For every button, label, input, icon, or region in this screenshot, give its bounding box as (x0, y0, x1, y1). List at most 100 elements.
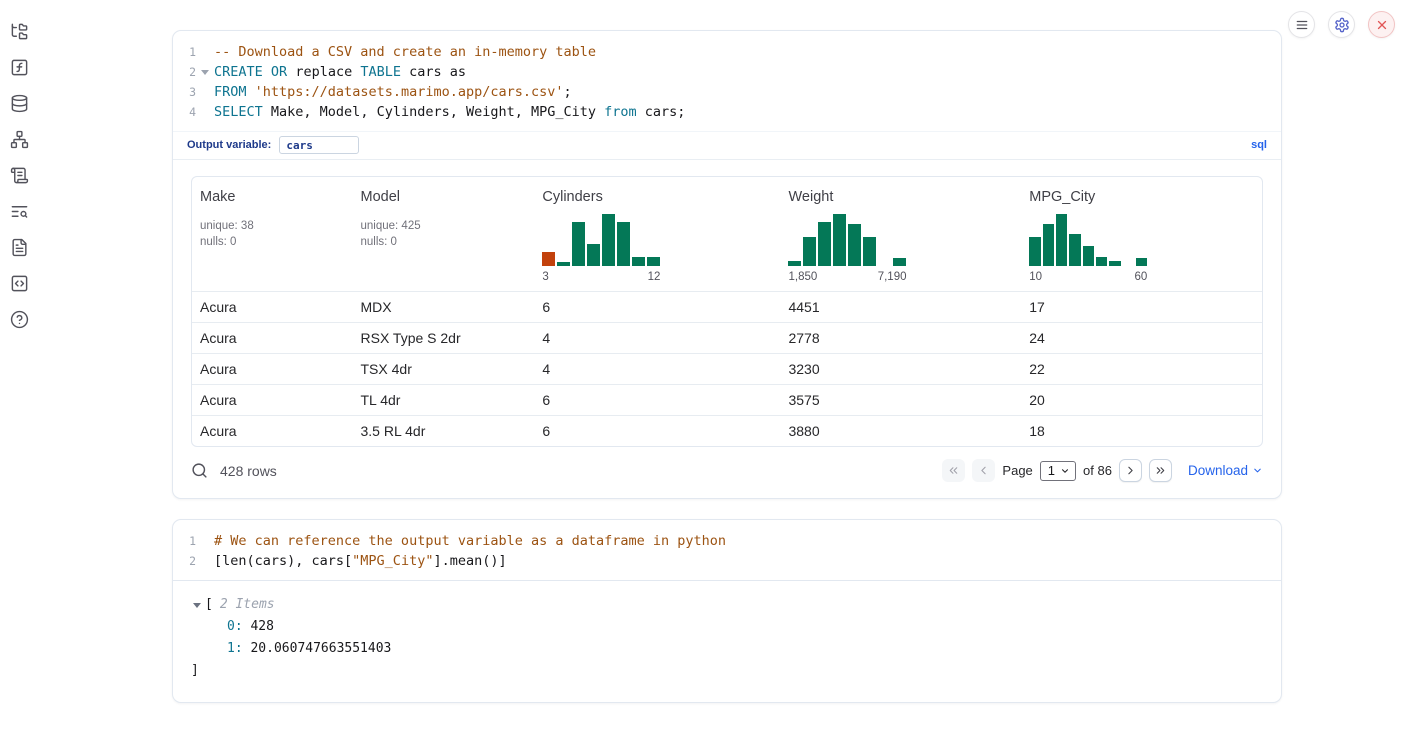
sidebar-item-dependencies[interactable] (10, 130, 29, 149)
tree-items-count: 2 Items (220, 594, 275, 616)
code-line: 4SELECT Make, Model, Cylinders, Weight, … (173, 102, 1281, 122)
table-cell: Acura (192, 385, 353, 416)
row-count-label: 428 rows (220, 463, 277, 479)
code-line: 2CREATE OR replace TABLE cars as (173, 62, 1281, 82)
left-panel-sidebar (10, 22, 29, 329)
collapse-chevron-icon[interactable] (191, 603, 203, 608)
table-cell: 6 (534, 416, 780, 447)
line-number: 1 (173, 42, 196, 62)
table-row[interactable]: AcuraMDX6445117 (192, 292, 1262, 323)
file-text-icon (10, 238, 29, 257)
database-icon (10, 94, 29, 113)
output-variable-label: Output variable: (187, 139, 271, 151)
table-cell: 6 (534, 385, 780, 416)
sidebar-item-datasources[interactable] (10, 94, 29, 113)
topbar-actions (1288, 11, 1395, 38)
table-row[interactable]: AcuraRSX Type S 2dr4277824 (192, 323, 1262, 354)
chevrons-right-icon (1154, 464, 1167, 477)
sql-cell: 1-- Download a CSV and create an in-memo… (172, 30, 1282, 499)
table-header-row: Makeunique: 38nulls: 0Modelunique: 425nu… (192, 177, 1262, 292)
download-button[interactable]: Download (1188, 463, 1263, 478)
page-label: Page (1002, 463, 1032, 478)
table-cell: 3880 (780, 416, 1021, 447)
sidebar-item-files[interactable] (10, 22, 29, 41)
code-line: 1-- Download a CSV and create an in-memo… (173, 42, 1281, 62)
table-cell: 3230 (780, 354, 1021, 385)
tree-close-bracket: ] (191, 660, 1263, 682)
table-cell: Acura (192, 323, 353, 354)
chevron-down-icon (1060, 466, 1070, 476)
histogram-weight[interactable] (788, 214, 906, 266)
tree-entry: 0: 428 (227, 616, 1263, 638)
fold-chevron-icon[interactable] (201, 70, 209, 75)
data-table: Makeunique: 38nulls: 0Modelunique: 425nu… (191, 176, 1263, 447)
table-cell: RSX Type S 2dr (353, 323, 535, 354)
sidebar-item-snippets[interactable] (10, 202, 29, 221)
table-cell: 17 (1021, 292, 1262, 323)
table-search-button[interactable] (191, 462, 208, 479)
column-header-mpg_city[interactable]: MPG_City1060 (1021, 177, 1262, 292)
prev-page-button[interactable] (972, 459, 995, 482)
column-header-make[interactable]: Makeunique: 38nulls: 0 (192, 177, 353, 292)
table-row[interactable]: AcuraTL 4dr6357520 (192, 385, 1262, 416)
sidebar-item-scratchpad[interactable] (10, 58, 29, 77)
table-row[interactable]: AcuraTSX 4dr4323022 (192, 354, 1262, 385)
line-number: 3 (173, 82, 196, 102)
column-header-weight[interactable]: Weight1,8507,190 (780, 177, 1021, 292)
code-line: 1# We can reference the output variable … (173, 531, 1281, 551)
chevrons-left-icon (947, 464, 960, 477)
line-number: 2 (173, 551, 196, 571)
python-code-editor[interactable]: 1# We can reference the output variable … (173, 520, 1281, 580)
table-row[interactable]: Acura3.5 RL 4dr6388018 (192, 416, 1262, 447)
table-cell: TL 4dr (353, 385, 535, 416)
table-cell: 18 (1021, 416, 1262, 447)
table-cell: 2778 (780, 323, 1021, 354)
sidebar-item-code[interactable] (10, 274, 29, 293)
table-cell: 4451 (780, 292, 1021, 323)
language-badge: sql (1251, 139, 1267, 151)
table-cell: 6 (534, 292, 780, 323)
download-label: Download (1188, 463, 1248, 478)
search-icon (191, 462, 208, 479)
sidebar-item-logs[interactable] (10, 166, 29, 185)
chevron-left-icon (977, 464, 990, 477)
sidebar-item-help[interactable] (10, 310, 29, 329)
next-page-button[interactable] (1119, 459, 1142, 482)
table-cell: MDX (353, 292, 535, 323)
notebook-menu-button[interactable] (1288, 11, 1315, 38)
table-cell: Acura (192, 354, 353, 385)
chevron-right-icon (1124, 464, 1137, 477)
pagination: Page 1 of 86 (942, 459, 1172, 482)
page-select-value: 1 (1048, 463, 1055, 478)
table-cell: Acura (192, 416, 353, 447)
histogram-mpg_city[interactable] (1029, 214, 1147, 266)
chevron-down-icon (1252, 465, 1263, 476)
shutdown-button[interactable] (1368, 11, 1395, 38)
tree-entry: 1: 20.060747663551403 (227, 638, 1263, 660)
code-line: 2[len(cars), cars["MPG_City"].mean()] (173, 551, 1281, 571)
last-page-button[interactable] (1149, 459, 1172, 482)
line-number: 4 (173, 102, 196, 122)
page-select[interactable]: 1 (1040, 461, 1076, 481)
table-cell: 24 (1021, 323, 1262, 354)
sql-code-editor[interactable]: 1-- Download a CSV and create an in-memo… (173, 31, 1281, 131)
code-square-icon (10, 274, 29, 293)
python-cell: 1# We can reference the output variable … (172, 519, 1282, 703)
table-footer: 428 rows Page 1 of 86 (173, 447, 1281, 498)
output-variable-input[interactable] (279, 136, 359, 154)
json-tree-output: [ 2 Items 0: 4281: 20.060747663551403 ] (191, 594, 1263, 682)
scroll-text-icon (10, 166, 29, 185)
tree-open-bracket: [ (205, 594, 213, 616)
histogram-cylinders[interactable] (542, 214, 660, 266)
table-cell: 4 (534, 323, 780, 354)
line-number: 1 (173, 531, 196, 551)
output-variable-row: Output variable: sql (173, 131, 1281, 160)
column-header-cylinders[interactable]: Cylinders312 (534, 177, 780, 292)
sidebar-item-documentation[interactable] (10, 238, 29, 257)
function-square-icon (10, 58, 29, 77)
first-page-button[interactable] (942, 459, 965, 482)
table-cell: TSX 4dr (353, 354, 535, 385)
network-icon (10, 130, 29, 149)
column-header-model[interactable]: Modelunique: 425nulls: 0 (353, 177, 535, 292)
settings-button[interactable] (1328, 11, 1355, 38)
